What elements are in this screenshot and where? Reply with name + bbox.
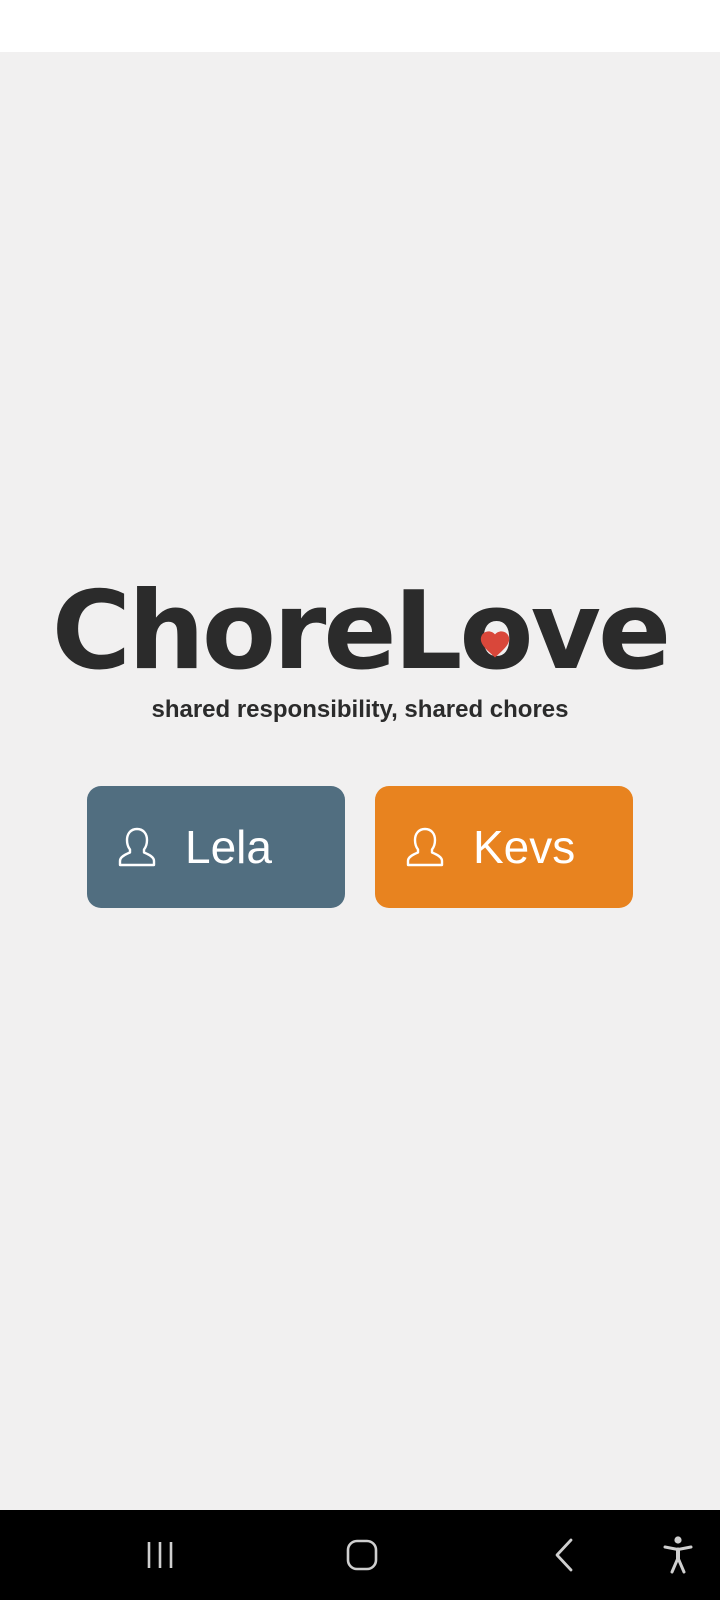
- user-button-kevs[interactable]: Kevs: [375, 786, 633, 908]
- back-icon: [555, 1538, 573, 1572]
- app-logo: ChoreLo ve: [0, 572, 720, 692]
- recent-apps-button[interactable]: [130, 1510, 190, 1600]
- app-background: [0, 52, 720, 1510]
- home-icon: [346, 1539, 378, 1571]
- status-bar: [0, 0, 720, 52]
- recent-apps-icon: [147, 1542, 173, 1568]
- accessibility-button[interactable]: [650, 1510, 706, 1600]
- tagline: shared responsibility, shared chores: [151, 696, 569, 723]
- user-button-lela[interactable]: Lela: [87, 786, 345, 908]
- logo-text-chore: Chore: [51, 569, 397, 694]
- accessibility-icon: [663, 1536, 693, 1574]
- logo-text-ve: ve: [530, 569, 672, 694]
- user-icon: [406, 827, 444, 867]
- heart-icon: [480, 631, 510, 658]
- user-label-kevs: Kevs: [473, 821, 576, 873]
- home-button[interactable]: [330, 1510, 394, 1600]
- user-label-lela: Lela: [185, 821, 272, 873]
- user-icon: [118, 827, 156, 867]
- logo-heart-letter: o: [459, 572, 533, 692]
- logo-text-l: L: [393, 569, 463, 694]
- back-button[interactable]: [534, 1510, 594, 1600]
- system-navigation-bar: [0, 1510, 720, 1600]
